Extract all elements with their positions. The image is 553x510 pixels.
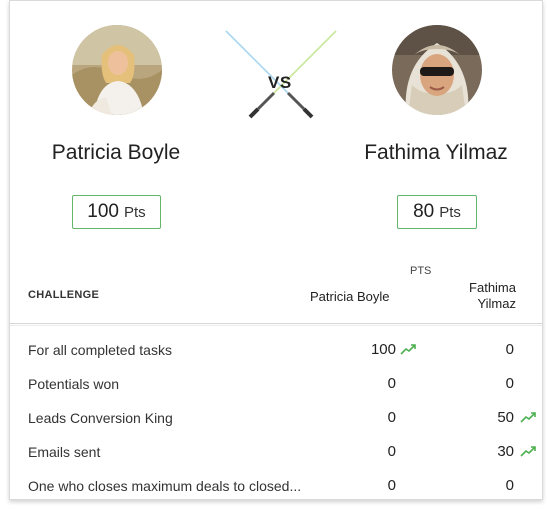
challenge-name: Leads Conversion King	[28, 410, 173, 426]
player-2-header-line-2: Yilmaz	[477, 296, 516, 311]
challenge-name: Emails sent	[28, 444, 101, 460]
player-1-score: 0	[387, 375, 396, 392]
player-1-score: 0	[387, 409, 396, 426]
player-1-points-badge: 100 Pts	[72, 195, 161, 229]
points-unit: Pts	[124, 203, 146, 221]
table-row: Potentials won 0 0	[10, 368, 542, 402]
points-unit: Pts	[439, 203, 461, 221]
challenge-name: Potentials won	[28, 376, 120, 392]
trend-up-icon	[520, 446, 536, 457]
vs-label: VS	[268, 73, 292, 92]
player-2-name: Fathima Yilmaz	[364, 141, 508, 164]
table-row: Leads Conversion King 0 50	[10, 402, 542, 436]
challenge-name: For all completed tasks	[28, 342, 172, 358]
challenge-name: One who closes maximum deals to closed..…	[28, 478, 302, 494]
challenge-column-header: CHALLENGE	[28, 289, 100, 301]
table-row: For all completed tasks 100 0	[10, 334, 542, 368]
player-1-score: 100	[370, 341, 396, 358]
player-2-header-line-1: Fathima	[469, 280, 516, 295]
trend-up-icon	[520, 412, 536, 423]
player-2-points: 80	[413, 201, 435, 222]
table-row: One who closes maximum deals to closed..…	[10, 470, 542, 504]
player-2-points-badge: 80 Pts	[397, 195, 477, 229]
player-2-score: 30	[497, 443, 514, 460]
player-2-score: 0	[505, 477, 514, 494]
avatar-player-1	[72, 25, 162, 115]
player-1-column-header: Patricia Boyle	[310, 289, 390, 304]
player-1-score: 0	[387, 477, 396, 494]
player-2-column-header: Fathima Yilmaz	[436, 280, 516, 312]
table-row: Emails sent 0 30	[10, 436, 542, 470]
player-1-points: 100	[87, 201, 119, 222]
challenge-comparison-card: VS Patricia Boyle Fathima Yilmaz 100 Pts…	[9, 0, 543, 500]
header-divider	[10, 323, 542, 324]
trend-up-icon	[400, 344, 416, 355]
header-divider-shadow	[10, 325, 542, 326]
player-2-score: 50	[497, 409, 514, 426]
player-2-score: 0	[505, 375, 514, 392]
avatar-player-2	[392, 25, 482, 115]
player-1-name: Patricia Boyle	[51, 141, 181, 164]
player-1-score: 0	[387, 443, 396, 460]
pts-column-header: PTS	[410, 265, 432, 277]
player-2-score: 0	[505, 341, 514, 358]
